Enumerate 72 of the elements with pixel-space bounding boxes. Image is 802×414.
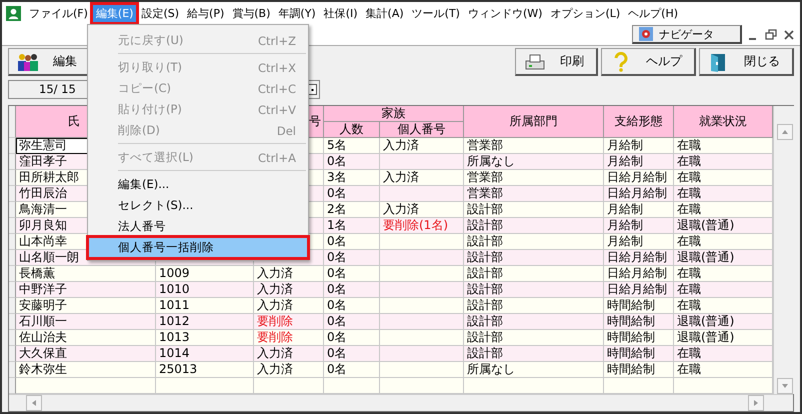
vertical-scrollbar[interactable] xyxy=(773,106,796,394)
table-cell: 0名 xyxy=(324,314,380,330)
scroll-right-icon[interactable] xyxy=(748,395,764,411)
menu-item[interactable]: 年調(Y) xyxy=(274,4,320,22)
table-cell: 時間給制 xyxy=(604,314,674,330)
scroll-down-icon[interactable] xyxy=(777,378,793,394)
table-cell: 1012 xyxy=(156,314,254,330)
table-cell: 時間給制 xyxy=(604,346,674,362)
navigator-button[interactable]: ナビゲータ xyxy=(632,25,742,44)
menu-item[interactable]: オプション(L) xyxy=(546,4,624,22)
menu-item[interactable]: 集計(A) xyxy=(362,4,408,22)
printer-icon xyxy=(524,52,546,72)
table-cell: 1010 xyxy=(156,282,254,298)
table-cell: 退職(普通) xyxy=(674,314,773,330)
menu-item[interactable]: 社保(I) xyxy=(320,4,362,22)
table-cell: 所属なし xyxy=(464,154,604,170)
menu-item[interactable]: 設定(S) xyxy=(137,4,184,22)
column-header: 所属部門 xyxy=(464,106,604,138)
table-cell: 在職 xyxy=(674,346,773,362)
scroll-up-icon[interactable] xyxy=(777,124,793,140)
table-cell: 日給月給制 xyxy=(604,282,674,298)
table-cell: 1名 xyxy=(324,218,380,234)
table-cell: 設計部 xyxy=(464,314,604,330)
table-cell: 月給制 xyxy=(604,154,674,170)
menu-item[interactable]: ヘルプ(H) xyxy=(624,4,682,22)
table-cell: 0名 xyxy=(324,346,380,362)
table-cell: 退職(普通) xyxy=(674,218,773,234)
table-cell: 0名 xyxy=(324,250,380,266)
table-cell: 在職 xyxy=(674,282,773,298)
column-group-header: 家族 xyxy=(324,106,464,122)
table-cell: 設計部 xyxy=(464,346,604,362)
menu-item[interactable]: ウィンドウ(W) xyxy=(464,4,546,22)
table-cell: 入力済 xyxy=(254,346,324,362)
table-cell: 石川順一 xyxy=(16,314,156,330)
table-cell: 設計部 xyxy=(464,218,604,234)
column-header: 就業状況 xyxy=(674,106,773,138)
table-cell: 0名 xyxy=(324,282,380,298)
table-cell: 退職(普通) xyxy=(674,250,773,266)
column-header: 人数 xyxy=(324,122,380,138)
table-cell: 日給月給制 xyxy=(604,250,674,266)
menu-item[interactable]: ツール(T) xyxy=(408,4,464,22)
app-icon[interactable] xyxy=(6,6,21,20)
table-cell: 在職 xyxy=(674,186,773,202)
table-cell: 要削除 xyxy=(254,314,324,330)
toolbar-button[interactable]: 閉じる xyxy=(699,48,794,76)
table-cell: 在職 xyxy=(674,154,773,170)
table-cell: 月給制 xyxy=(604,218,674,234)
table-cell: 0名 xyxy=(324,154,380,170)
table-cell: 0名 xyxy=(324,186,380,202)
table-cell: 中野洋子 xyxy=(16,282,156,298)
horizontal-scrollbar[interactable] xyxy=(9,394,793,411)
scroll-left-icon[interactable] xyxy=(26,395,42,411)
menu-item[interactable]: 賞与(B) xyxy=(228,4,274,22)
toolbar-button[interactable]: 印刷 xyxy=(515,48,598,76)
navigator-icon xyxy=(639,27,653,41)
toolbar-button[interactable]: ヘルプ xyxy=(601,48,696,76)
menu-item[interactable]: ファイル(F) xyxy=(25,4,92,22)
close-icon[interactable] xyxy=(782,28,796,42)
table-cell: 入力済 xyxy=(254,282,324,298)
table-cell: 設計部 xyxy=(464,250,604,266)
table-cell: 営業部 xyxy=(464,186,604,202)
table-cell: 大久保直 xyxy=(16,346,156,362)
people-icon xyxy=(17,52,39,72)
table-cell: 設計部 xyxy=(464,282,604,298)
restore-icon[interactable] xyxy=(764,28,778,42)
column-header: 個人番号 xyxy=(380,122,464,138)
table-cell: 要削除(1名) xyxy=(380,218,464,234)
menu-item[interactable]: 給与(P) xyxy=(183,4,228,22)
table-cell: 1014 xyxy=(156,346,254,362)
column-header: 支給形態 xyxy=(604,106,674,138)
menu-item[interactable]: 個人番号一括削除 xyxy=(88,237,308,258)
table-cell: 日給月給制 xyxy=(604,186,674,202)
